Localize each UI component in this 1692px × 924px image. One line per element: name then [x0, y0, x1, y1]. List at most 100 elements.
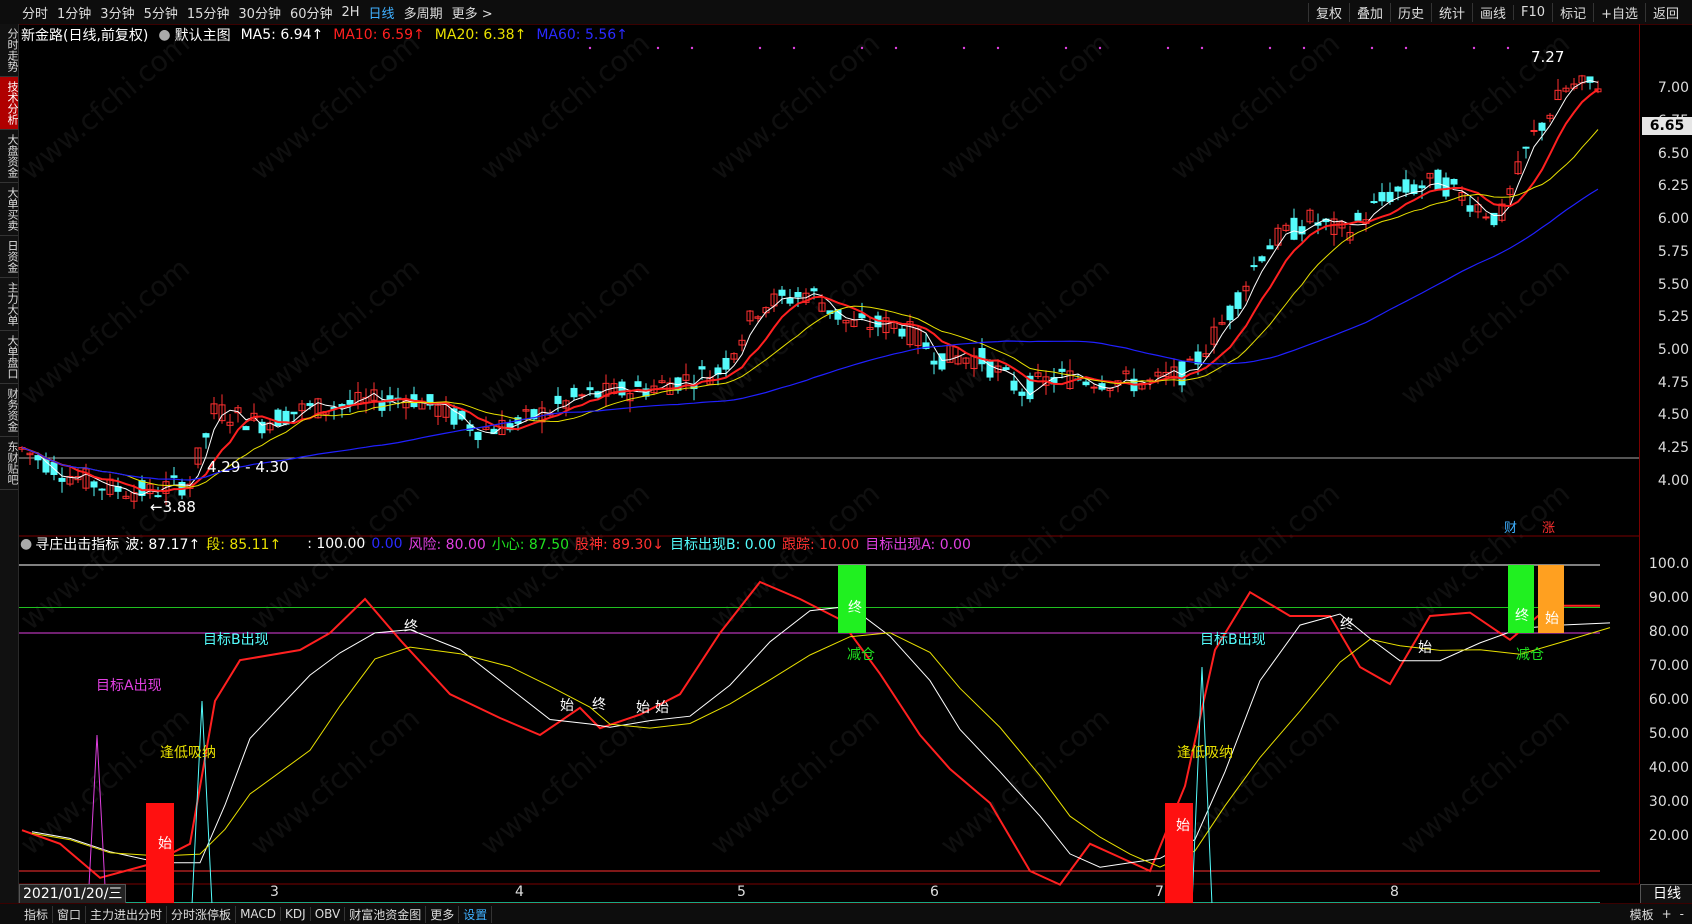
candle-body [1018, 391, 1026, 396]
signal-dot [1098, 46, 1102, 50]
candle-body [930, 360, 938, 365]
indicator-legend: ● 寻庄出击指标 波: 87.17↑ 段: 85.11↑ : 100.00 0.… [20, 535, 977, 553]
signal-dot [656, 46, 660, 50]
target-b-label: 目标B出现 [203, 632, 269, 648]
signal-dot [792, 46, 796, 50]
signal-dot [860, 46, 864, 50]
signal-dot [1200, 46, 1204, 50]
indicator-tick-label: 80.00 [1648, 624, 1689, 640]
month-label: 5 [737, 884, 746, 900]
candle-body [1002, 367, 1010, 370]
price-tick-label: 6.50 [1657, 145, 1689, 162]
candle-body [1434, 169, 1442, 190]
target-a-label: 目标A出现 [96, 678, 162, 694]
indicator-tick-label: 60.00 [1648, 692, 1689, 708]
candle-body [306, 403, 314, 406]
bo-line [31, 605, 1611, 868]
signal-dot [1370, 46, 1374, 50]
candle-body [698, 366, 706, 370]
bottom-tab-2[interactable]: 主力进出分时 [86, 905, 168, 923]
bottom-tab-9[interactable]: 设置 [459, 905, 493, 923]
bottom-tab-0[interactable]: 指标 [20, 905, 54, 923]
ma20-line [21, 129, 1599, 488]
candle-body [1250, 265, 1258, 268]
template-label[interactable]: 默认主图 [175, 25, 231, 45]
cai-marker: 财 [1504, 521, 1517, 536]
template-dot-icon[interactable]: ● [158, 27, 170, 43]
current-date-box: 2021/01/20/三 [19, 884, 127, 904]
indicator-tick-label: 90.00 [1648, 590, 1689, 606]
signal-dot [758, 46, 762, 50]
period-label-box[interactable]: 日线 [1640, 884, 1692, 904]
price-tick-label: 5.25 [1657, 309, 1689, 326]
end-marker: 终 [1340, 617, 1354, 633]
indicator-name[interactable]: 寻庄出击指标 [35, 534, 119, 554]
bottom-tabs: 指标 窗口 主力进出分时 分时涨停板 MACD KDJ OBV 财富池资金图 更多 设置 [0, 905, 493, 923]
month-label: 4 [515, 884, 524, 900]
value-axis: 7.006.756.506.256.005.755.505.255.004.75… [1639, 24, 1692, 884]
indicator-tick-label: 50.00 [1648, 726, 1689, 742]
indicator-tick-label: 70.00 [1648, 658, 1689, 674]
candle-body [1258, 256, 1266, 262]
candle-body [346, 400, 354, 405]
bottom-right-button-0[interactable]: 模板 [1626, 906, 1658, 923]
bottom-right-button-2[interactable]: - [1676, 907, 1688, 921]
candle-body [1290, 217, 1298, 240]
bottom-right-button-1[interactable]: + [1658, 907, 1676, 921]
exit-bar [838, 565, 866, 633]
bo-value: 波: 87.17↑ [125, 537, 201, 553]
candle-body [810, 288, 818, 292]
bottom-tab-7[interactable]: 财富池资金图 [345, 905, 427, 923]
buy-label: 逢低吸纳 [160, 745, 216, 761]
candle-body [1418, 185, 1426, 189]
start-marker: 始 [1176, 818, 1190, 834]
price-tick-label: 4.50 [1657, 407, 1689, 424]
fengxian-value: 风险: 80.00 [408, 537, 486, 553]
bottom-tab-3[interactable]: 分时涨停板 [167, 905, 237, 923]
end-marker: 终 [592, 697, 606, 713]
end-marker: 终 [404, 619, 418, 635]
candle-body [1482, 216, 1490, 219]
ma60-line [21, 188, 1599, 481]
candle-body [1058, 368, 1066, 372]
ma10-line [21, 88, 1599, 493]
price-tick-label: 6.25 [1657, 178, 1689, 195]
start-marker: 始 [1418, 640, 1432, 656]
signal-dot [996, 46, 1000, 50]
high-price-label: 7.27 [1531, 48, 1564, 66]
chart-canvas[interactable]: 7.27 ←3.88 4.29 - 4.30 财 涨目标A出现 目标B出现 目标B出现逢低吸… [0, 0, 1692, 923]
genzong-value: 跟踪: 10.00 [781, 537, 860, 553]
bottom-tab-8[interactable]: 更多 [426, 905, 460, 923]
candle-body [258, 421, 266, 434]
duan-value: 段: 85.11↑ [206, 537, 282, 553]
ma5-line [21, 80, 1599, 496]
price-tick-label: 5.50 [1657, 276, 1689, 293]
ma10-value: MA10: 6.59↑ [333, 27, 425, 43]
candle-body [1266, 245, 1274, 250]
candle-body [554, 395, 562, 404]
candle-body [170, 475, 178, 478]
bottom-tab-4[interactable]: MACD [236, 907, 282, 921]
candle-body [1090, 386, 1098, 389]
price-tick-label: 6.00 [1657, 211, 1689, 228]
bottom-tabbar: 指标 窗口 主力进出分时 分时涨停板 MACD KDJ OBV 财富池资金图 更多 设置 模板 + - [0, 903, 1692, 924]
signal-dot [690, 46, 694, 50]
signal-dot [1404, 46, 1408, 50]
gushen-line [21, 580, 1600, 886]
candle-body [794, 292, 802, 298]
zhang-marker: 涨 [1542, 521, 1555, 536]
mubiao-b-value: 目标出现B: 0.00 [670, 537, 776, 553]
signal-dot [1472, 46, 1476, 50]
bottom-tab-1[interactable]: 窗口 [53, 905, 87, 923]
start-marker: 始 [158, 836, 172, 852]
candle-body [154, 495, 162, 498]
main-chart-legend: 新金路(日线,前复权) ● 默认主图 MA5: 6.94↑ MA10: 6.59… [21, 26, 638, 44]
signal-dot [1302, 46, 1306, 50]
stock-title: 新金路(日线,前复权) [21, 28, 149, 44]
bottom-tab-6[interactable]: OBV [311, 907, 346, 921]
indicator-dot-icon[interactable]: ● [20, 536, 32, 552]
candle-body [474, 431, 482, 441]
price-tick-label: 7.00 [1657, 80, 1689, 97]
month-label: 3 [270, 884, 279, 900]
bottom-tab-5[interactable]: KDJ [281, 907, 311, 921]
